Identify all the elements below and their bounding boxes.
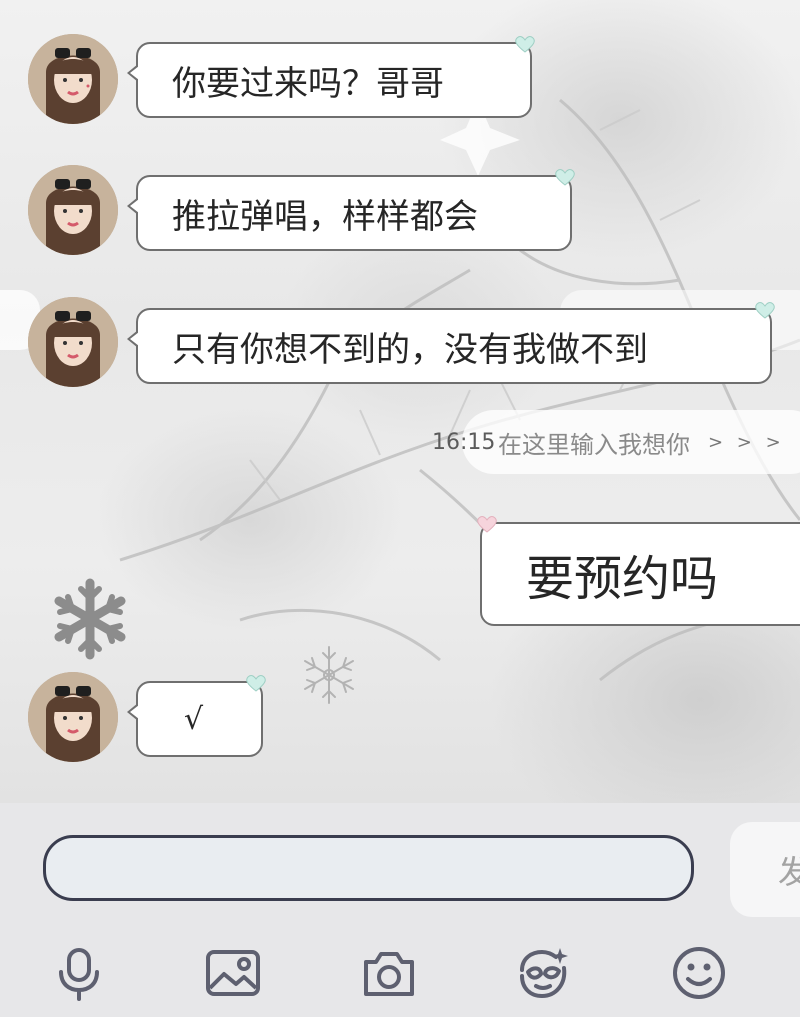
avatar[interactable] bbox=[28, 165, 118, 255]
avatar[interactable] bbox=[28, 672, 118, 762]
message-bubble-incoming[interactable]: √ bbox=[127, 675, 266, 757]
message-text: 你要过来吗？哥哥 bbox=[172, 63, 444, 104]
image-icon[interactable] bbox=[204, 944, 262, 1002]
avatar[interactable] bbox=[28, 297, 118, 387]
emoji-icon[interactable] bbox=[670, 944, 728, 1002]
background-hint-text: 在这里输入我想你 bbox=[498, 430, 690, 459]
heart-icon bbox=[555, 169, 575, 186]
heart-icon bbox=[755, 302, 775, 319]
heart-icon bbox=[477, 516, 497, 533]
message-text: 推拉弹唱，样样都会 bbox=[172, 196, 478, 237]
microphone-icon[interactable] bbox=[50, 944, 108, 1002]
background-input-hint: 在这里输入我想你 > > > bbox=[462, 410, 800, 474]
heart-icon bbox=[246, 675, 266, 692]
message-input[interactable] bbox=[43, 835, 694, 901]
chat-background bbox=[0, 0, 800, 803]
message-bubble-incoming[interactable]: 只有你想不到的，没有我做不到 bbox=[127, 302, 775, 384]
message-text: 要预约吗 bbox=[526, 551, 719, 607]
background-hint-arrows: > > > bbox=[708, 431, 785, 453]
heart-icon bbox=[515, 36, 535, 53]
message-bubble-incoming[interactable]: 推拉弹唱，样样都会 bbox=[127, 169, 575, 251]
message-text: √ bbox=[184, 701, 204, 737]
send-button-label: 发 bbox=[778, 852, 800, 891]
message-text: 只有你想不到的，没有我做不到 bbox=[172, 329, 648, 370]
message-bubble-outgoing[interactable]: 要预约吗 bbox=[477, 516, 800, 626]
send-button[interactable]: 发 bbox=[730, 822, 800, 917]
message-timestamp: 16:15 bbox=[432, 430, 496, 455]
sticker-icon[interactable] bbox=[514, 944, 572, 1002]
snowflake-icon bbox=[54, 578, 126, 660]
snowflake-icon bbox=[304, 646, 354, 704]
camera-icon[interactable] bbox=[360, 944, 418, 1002]
avatar[interactable] bbox=[28, 34, 118, 124]
message-bubble-incoming[interactable]: 你要过来吗？哥哥 bbox=[127, 36, 535, 118]
snowy-branches-decoration bbox=[119, 98, 800, 682]
